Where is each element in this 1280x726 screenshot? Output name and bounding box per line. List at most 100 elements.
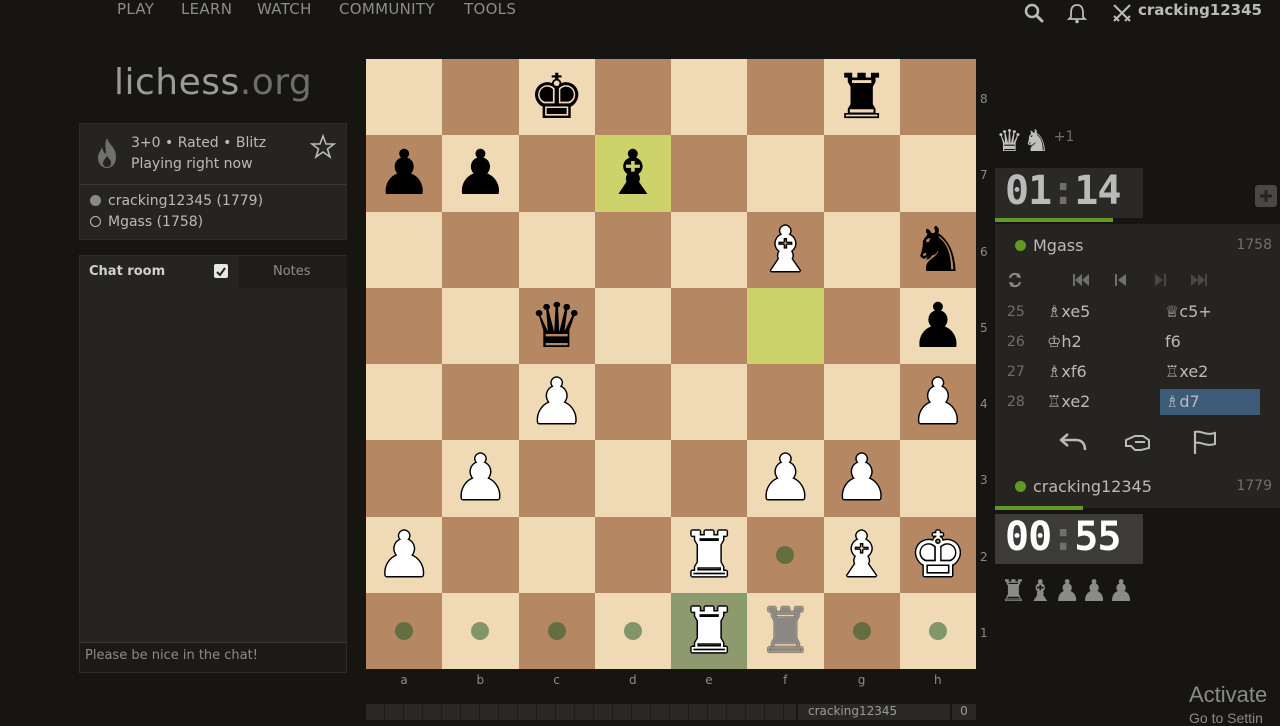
square-c7[interactable] (518, 135, 595, 212)
tab-notes[interactable]: Notes (239, 256, 347, 288)
square-f4[interactable] (747, 364, 824, 441)
square-g4[interactable] (823, 364, 900, 441)
takeback-icon[interactable] (1058, 428, 1088, 456)
square-c3[interactable] (518, 440, 595, 517)
player-black[interactable]: Mgass (1758) (90, 214, 203, 230)
square-b1[interactable] (442, 592, 519, 669)
square-f8[interactable] (747, 59, 824, 136)
square-d3[interactable] (594, 440, 671, 517)
square-c4[interactable]: ♟ (518, 364, 595, 441)
black-bishop-d7[interactable]: ♝ (605, 142, 661, 204)
square-g8[interactable]: ♜ (823, 59, 900, 136)
bell-icon[interactable] (1066, 2, 1088, 24)
move-black[interactable]: ♖xe2 (1165, 362, 1208, 381)
square-b7[interactable]: ♟ (442, 135, 519, 212)
square-c2[interactable] (518, 516, 595, 593)
user-menu[interactable]: cracking12345 (1138, 1, 1262, 19)
square-f5[interactable] (747, 287, 824, 364)
square-e8[interactable] (671, 59, 748, 136)
square-d8[interactable] (594, 59, 671, 136)
move-white[interactable]: ♔h2 (1047, 332, 1082, 351)
resign-flag-icon[interactable] (1191, 428, 1219, 456)
square-g2[interactable]: ♝ (823, 516, 900, 593)
white-pawn-h4[interactable]: ♟ (910, 371, 966, 433)
square-c1[interactable] (518, 592, 595, 669)
square-f6[interactable]: ♝ (747, 211, 824, 288)
square-g7[interactable] (823, 135, 900, 212)
square-e3[interactable] (671, 440, 748, 517)
square-h2[interactable]: ♚ (899, 516, 976, 593)
player-white[interactable]: cracking12345 (1779) (90, 193, 263, 209)
square-g5[interactable] (823, 287, 900, 364)
move-white[interactable]: ♗xe5 (1047, 302, 1090, 321)
square-b5[interactable] (442, 287, 519, 364)
square-a5[interactable] (366, 287, 443, 364)
black-pawn-a7[interactable]: ♟ (376, 142, 432, 204)
square-d5[interactable] (594, 287, 671, 364)
square-d2[interactable] (594, 516, 671, 593)
square-a8[interactable] (366, 59, 443, 136)
black-knight-h6[interactable]: ♞ (910, 218, 966, 281)
square-h8[interactable] (899, 59, 976, 136)
square-f2[interactable] (747, 516, 824, 593)
square-h6[interactable]: ♞ (899, 211, 976, 288)
move-black[interactable]: ♕c5+ (1165, 302, 1212, 321)
square-b8[interactable] (442, 59, 519, 136)
square-h3[interactable] (899, 440, 976, 517)
add-time-icon[interactable] (1252, 182, 1280, 210)
first-move-icon[interactable] (1072, 272, 1090, 288)
square-d1[interactable] (594, 592, 671, 669)
offer-draw-icon[interactable] (1123, 428, 1153, 456)
square-b6[interactable] (442, 211, 519, 288)
square-h1[interactable] (899, 592, 976, 669)
move-destination-dot[interactable] (776, 545, 795, 564)
search-icon[interactable] (1023, 2, 1045, 24)
move-destination-dot[interactable] (471, 621, 490, 640)
flip-board-icon[interactable] (1007, 272, 1023, 288)
chess-board[interactable]: ♚ ♜ ♟ ♟ ♝ ♝ ♞ ♛ ♟ ♟ ♟ ♟ ♟ ♟ ♟ ♜ ♝ ♚ ♜ ♜ (366, 59, 976, 669)
square-c5[interactable]: ♛ (518, 287, 595, 364)
square-d7[interactable]: ♝ (594, 135, 671, 212)
white-bishop-f6[interactable]: ♝ (758, 218, 814, 281)
move-destination-dot[interactable] (547, 621, 566, 640)
nav-learn[interactable]: LEARN (181, 0, 232, 18)
square-c6[interactable] (518, 211, 595, 288)
square-e5[interactable] (671, 287, 748, 364)
move-destination-dot[interactable] (395, 621, 414, 640)
square-e4[interactable] (671, 364, 748, 441)
chat-toggle-checkbox[interactable] (214, 264, 228, 278)
star-icon[interactable] (310, 134, 336, 160)
black-rook-g8[interactable]: ♜ (834, 66, 890, 128)
white-pawn-g3[interactable]: ♟ (834, 447, 890, 509)
white-rook-e2[interactable]: ♜ (681, 523, 737, 586)
black-queen-c5[interactable]: ♛ (529, 294, 585, 357)
move-white[interactable]: ♖xe2 (1047, 392, 1090, 411)
square-h5[interactable]: ♟ (899, 287, 976, 364)
square-g6[interactable] (823, 211, 900, 288)
move-destination-dot[interactable] (623, 621, 642, 640)
square-e7[interactable] (671, 135, 748, 212)
tab-chat-room[interactable]: Chat room (80, 256, 239, 288)
square-d4[interactable] (594, 364, 671, 441)
square-c8[interactable]: ♚ (518, 59, 595, 136)
black-pawn-b7[interactable]: ♟ (453, 142, 509, 204)
move-black-current[interactable]: ♗d7 (1160, 389, 1260, 415)
square-d6[interactable] (594, 211, 671, 288)
move-black[interactable]: f6 (1165, 332, 1181, 351)
white-pawn-b3[interactable]: ♟ (453, 447, 509, 509)
square-f1[interactable]: ♜ (747, 592, 824, 669)
next-move-icon[interactable] (1153, 272, 1167, 288)
square-a6[interactable] (366, 211, 443, 288)
move-destination-dot[interactable] (928, 621, 947, 640)
black-king-c8[interactable]: ♚ (529, 66, 585, 128)
white-king-h2[interactable]: ♚ (910, 523, 966, 586)
site-logo[interactable]: lichess.org (114, 62, 312, 103)
white-pawn-c4[interactable]: ♟ (529, 371, 585, 433)
square-h4[interactable]: ♟ (899, 364, 976, 441)
square-b4[interactable] (442, 364, 519, 441)
last-move-icon[interactable] (1190, 272, 1208, 288)
square-g3[interactable]: ♟ (823, 440, 900, 517)
chat-input[interactable]: Please be nice in the chat! (80, 642, 346, 672)
square-a4[interactable] (366, 364, 443, 441)
square-e1[interactable]: ♜ (671, 592, 748, 669)
